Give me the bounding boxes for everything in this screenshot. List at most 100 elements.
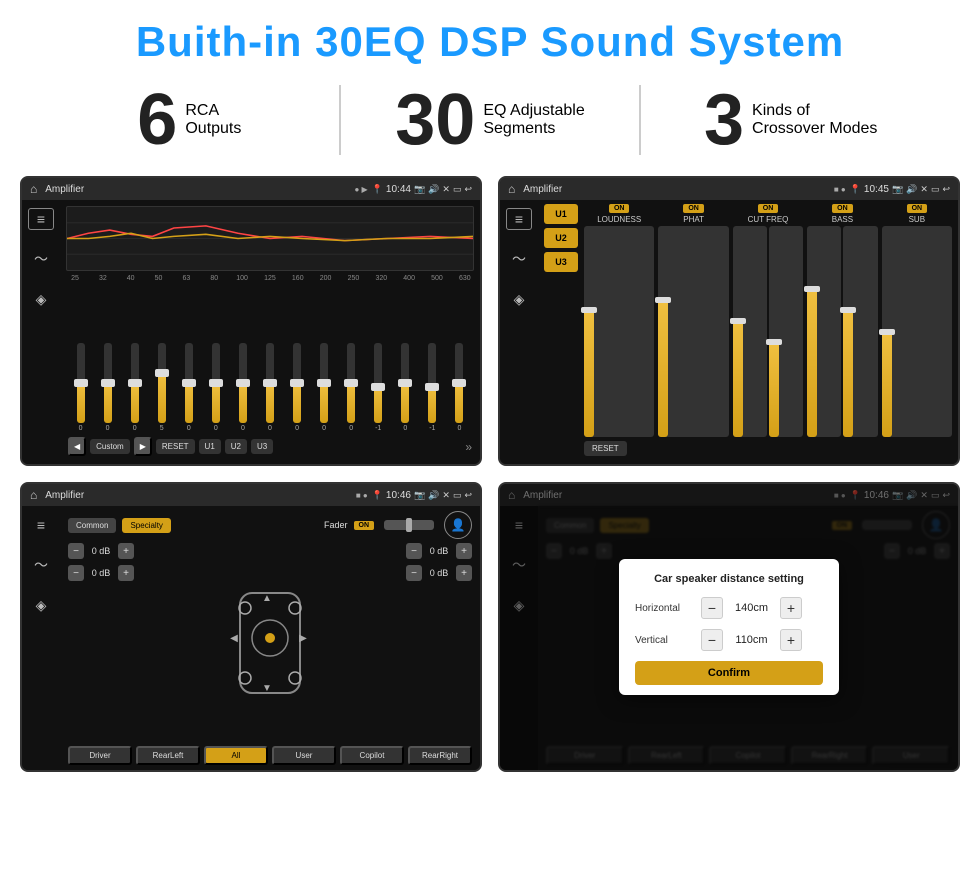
fader-slider[interactable] (384, 520, 434, 530)
crossover-reset-btn[interactable]: RESET (584, 441, 627, 456)
slider-col-1[interactable]: 0 (68, 343, 93, 432)
slider-col-8[interactable]: 0 (257, 343, 282, 432)
bass-slider-1[interactable] (807, 226, 841, 437)
all-btn[interactable]: All (204, 746, 268, 765)
vertical-value: 110cm (729, 634, 774, 646)
home-icon-tr[interactable]: ⌂ (508, 182, 515, 196)
tab-common[interactable]: Common (68, 518, 116, 533)
user-btn-bl[interactable]: User (272, 746, 336, 765)
u2-preset[interactable]: U2 (544, 228, 578, 248)
vol-plus-4[interactable]: + (456, 565, 472, 581)
u2-btn[interactable]: U2 (225, 439, 247, 454)
play-btn[interactable]: ▶ (134, 437, 152, 456)
eq-icon-tr[interactable]: ≡ (506, 208, 532, 230)
stat-rca-number: 6 (137, 84, 177, 156)
panel-bass: ON BASS (807, 204, 877, 437)
tab-specialty[interactable]: Specialty (122, 518, 170, 533)
rear-right-btn[interactable]: RearRight (408, 746, 472, 765)
bass-slider-2[interactable] (843, 226, 877, 437)
slider-col-4[interactable]: 5 (149, 343, 174, 432)
avatar-icon-bl[interactable]: 👤 (444, 511, 472, 539)
vol-plus-1[interactable]: + (118, 543, 134, 559)
window-icon-bl: ▭ (453, 490, 462, 501)
vertical-minus-btn[interactable]: − (701, 629, 723, 651)
sidebar-bl: ≡ 〜 ◈ (22, 506, 60, 770)
wave-icon[interactable]: 〜 (28, 248, 54, 270)
amplifier-title-tl: Amplifier (45, 184, 350, 195)
sidebar-tl: ≡ 〜 ◈ (22, 200, 60, 464)
vol-minus-4[interactable]: − (406, 565, 422, 581)
vol-row-2: − 0 dB + (68, 565, 134, 581)
fader-label: Fader (324, 520, 348, 530)
prev-btn[interactable]: ◀ (68, 437, 86, 456)
horizontal-minus-btn[interactable]: − (701, 597, 723, 619)
reset-btn[interactable]: RESET (156, 439, 195, 454)
stat-rca-text: RCA Outputs (185, 102, 241, 138)
copilot-btn[interactable]: Copilot (340, 746, 404, 765)
back-icon-tr: ↩ (942, 184, 950, 195)
eq-icon-bl[interactable]: ≡ (28, 514, 54, 536)
horizontal-label: Horizontal (635, 603, 695, 614)
speaker-icon-bl[interactable]: ◈ (28, 594, 54, 616)
label-cutfreq: CUT FREQ (748, 215, 789, 224)
pin-icon-tr: 📍 (850, 184, 861, 195)
slider-col-12[interactable]: -1 (366, 343, 391, 432)
vertical-label: Vertical (635, 635, 695, 646)
wave-icon-bl[interactable]: 〜 (28, 554, 54, 576)
custom-btn[interactable]: Custom (90, 439, 130, 454)
vol-minus-2[interactable]: − (68, 565, 84, 581)
eq-icon[interactable]: ≡ (28, 208, 54, 230)
vol-minus-3[interactable]: − (406, 543, 422, 559)
u3-btn[interactable]: U3 (251, 439, 273, 454)
slider-col-6[interactable]: 0 (203, 343, 228, 432)
on-badge-phat: ON (683, 204, 704, 213)
driver-btn[interactable]: Driver (68, 746, 132, 765)
vertical-plus-btn[interactable]: + (780, 629, 802, 651)
sub-slider[interactable] (882, 226, 952, 437)
media-icon-bl: ■ ● (356, 491, 368, 500)
x-icon: ✕ (442, 184, 450, 195)
cutfreq-slider-1[interactable] (733, 226, 767, 437)
confirm-button[interactable]: Confirm (635, 661, 823, 685)
dialog-horizontal-row: Horizontal − 140cm + (635, 597, 823, 619)
svg-text:▼: ▼ (262, 683, 272, 694)
slider-col-14[interactable]: -1 (420, 343, 445, 432)
status-bar-bl: ⌂ Amplifier ■ ● 📍 10:46 📷 🔊 ✕ ▭ ↩ (22, 484, 480, 506)
rear-left-btn[interactable]: RearLeft (136, 746, 200, 765)
home-icon[interactable]: ⌂ (30, 182, 37, 196)
u3-preset[interactable]: U3 (544, 252, 578, 272)
page-header: Buith-in 30EQ DSP Sound System (0, 0, 980, 76)
window-icon: ▭ (453, 184, 462, 195)
home-icon-bl[interactable]: ⌂ (30, 488, 37, 502)
fader-thumb (406, 518, 412, 532)
slider-col-3[interactable]: 0 (122, 343, 147, 432)
loudness-slider-l[interactable] (584, 226, 654, 437)
vol-plus-2[interactable]: + (118, 565, 134, 581)
back-icon-bl: ↩ (464, 490, 472, 501)
slider-col-2[interactable]: 0 (95, 343, 120, 432)
speaker-icon[interactable]: ◈ (28, 288, 54, 310)
vol-minus-1[interactable]: − (68, 543, 84, 559)
u1-preset[interactable]: U1 (544, 204, 578, 224)
cutfreq-slider-2[interactable] (769, 226, 803, 437)
speaker-icon-tr[interactable]: ◈ (506, 288, 532, 310)
eq-sliders: 0 0 0 5 0 (66, 285, 474, 432)
vol-plus-3[interactable]: + (456, 543, 472, 559)
slider-col-15[interactable]: 0 (447, 343, 472, 432)
stat-eq-text: EQ Adjustable Segments (483, 102, 584, 138)
stat-rca: 6 RCA Outputs (40, 84, 339, 156)
wave-icon-tr[interactable]: 〜 (506, 248, 532, 270)
slider-col-11[interactable]: 0 (339, 343, 364, 432)
volume-icon-bl: 🔊 (428, 490, 439, 501)
screen-eq: ⌂ Amplifier ● ▶ 📍 10:44 📷 🔊 ✕ ▭ ↩ ≡ 〜 ◈ (20, 176, 482, 466)
screen-crossover: ⌂ Amplifier ■ ● 📍 10:45 📷 🔊 ✕ ▭ ↩ ≡ 〜 ◈ (498, 176, 960, 466)
slider-col-5[interactable]: 0 (176, 343, 201, 432)
u1-btn[interactable]: U1 (199, 439, 221, 454)
slider-col-9[interactable]: 0 (285, 343, 310, 432)
horizontal-plus-btn[interactable]: + (780, 597, 802, 619)
slider-col-7[interactable]: 0 (230, 343, 255, 432)
slider-col-13[interactable]: 0 (393, 343, 418, 432)
crossover-panels-wrapper: ON LOUDNESS (584, 204, 952, 460)
slider-col-10[interactable]: 0 (312, 343, 337, 432)
phat-slider[interactable] (658, 226, 728, 437)
